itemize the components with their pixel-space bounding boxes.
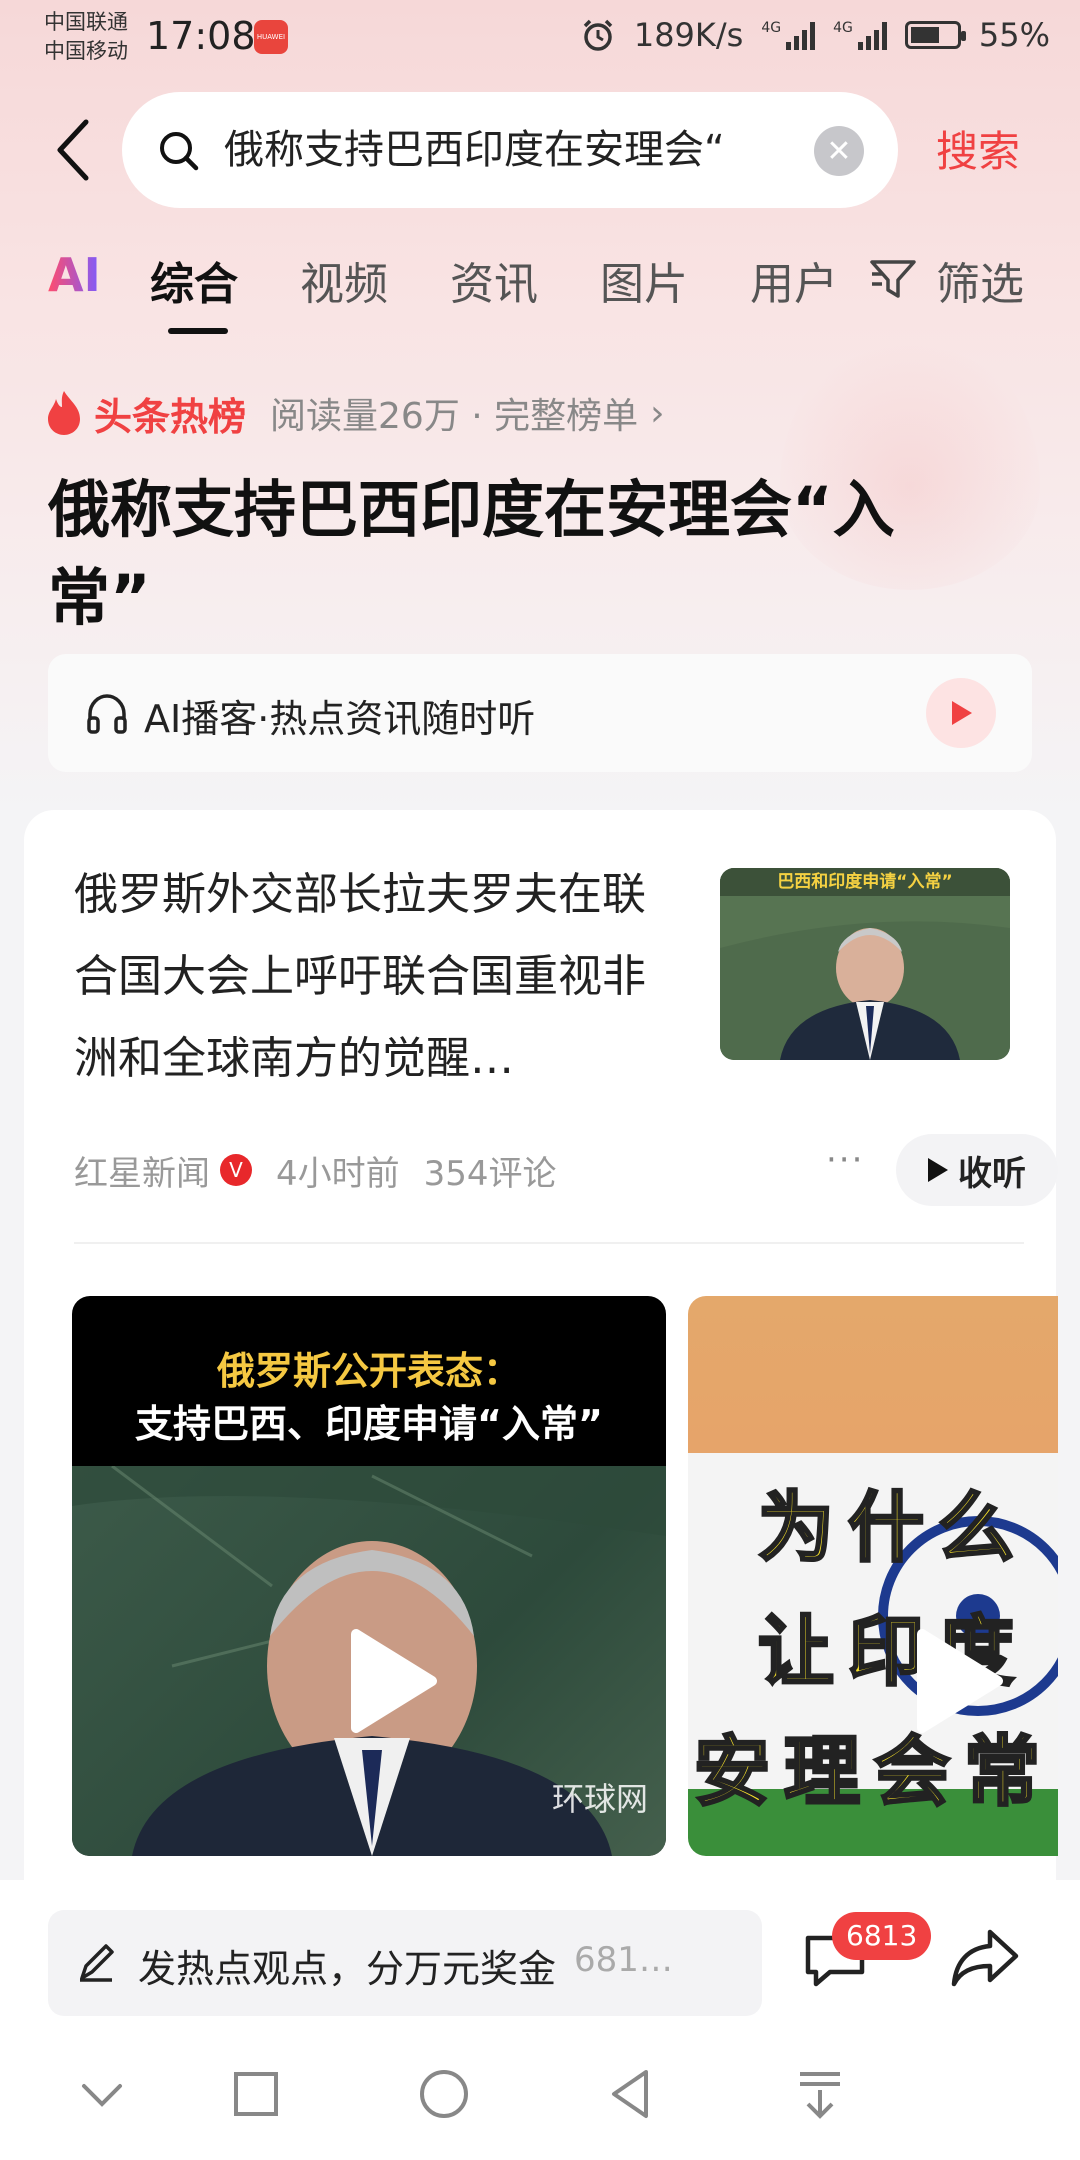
article-time: 4小时前 bbox=[276, 1153, 400, 1194]
video-watermark: 环球网 bbox=[551, 1780, 648, 1818]
play-icon bbox=[928, 1158, 948, 1182]
article-source[interactable]: 红星新闻 bbox=[74, 1146, 210, 1195]
tab-users[interactable]: 用户 bbox=[750, 248, 838, 312]
video-play-icon[interactable] bbox=[898, 1626, 1008, 1736]
listen-button[interactable]: 收听 bbox=[896, 1134, 1058, 1206]
signal-icon-2: 4G bbox=[833, 20, 887, 50]
back-icon[interactable] bbox=[602, 2064, 662, 2124]
battery-icon bbox=[904, 21, 966, 49]
search-input[interactable]: 俄称支持巴西印度在安理会“ ✕ bbox=[122, 92, 898, 208]
tab-ai[interactable]: AI bbox=[48, 248, 101, 302]
hot-list-row[interactable]: 头条热榜 阅读量26万 · 完整榜单 › bbox=[44, 386, 665, 440]
podcast-text: AI播客·热点资讯随时听 bbox=[144, 697, 536, 741]
chevron-down-icon[interactable] bbox=[72, 2064, 132, 2124]
comment-count-preview: 681… bbox=[574, 1940, 673, 1980]
verified-badge: V bbox=[220, 1154, 252, 1186]
filter-icon[interactable] bbox=[868, 256, 918, 300]
comment-prompt: 发热点观点，分万元奖金 bbox=[138, 1947, 557, 1991]
status-bar: 中国联通 中国移动 17:08 HUAWEI 189K/s 4G 4G 55% bbox=[0, 0, 1080, 80]
recents-icon[interactable] bbox=[226, 2064, 286, 2124]
podcast-play-button[interactable] bbox=[926, 678, 996, 748]
bottom-action-bar: 发热点观点，分万元奖金 681… 6813 bbox=[0, 1880, 1080, 2020]
results-card: 俄罗斯外交部长拉夫罗夫在联合国大会上呼吁联合国重视非洲和全球南方的觉醒… 巴西和… bbox=[24, 810, 1058, 1910]
article-meta: 红星新闻 V 4小时前 354评论 ··· 收听 bbox=[74, 1134, 1058, 1206]
search-icon bbox=[160, 132, 199, 171]
network-type-1: 4G bbox=[761, 20, 782, 36]
video-play-icon[interactable] bbox=[332, 1626, 442, 1736]
pen-icon bbox=[80, 1944, 114, 1982]
home-icon[interactable] bbox=[414, 2064, 474, 2124]
alarm-icon bbox=[583, 19, 613, 51]
divider bbox=[74, 1242, 1024, 1244]
share-icon[interactable] bbox=[950, 1926, 1020, 1990]
tab-comprehensive[interactable]: 综合 bbox=[150, 248, 238, 312]
video-caption-line-2: 支持巴西、印度申请“入常” bbox=[135, 1402, 603, 1446]
signal-icon-1: 4G bbox=[761, 20, 816, 50]
speaker-image bbox=[720, 868, 1010, 1060]
system-nav-bar bbox=[0, 2020, 1080, 2160]
video-caption-line-1: 俄罗斯公开表态： bbox=[216, 1349, 521, 1393]
notification-pull-icon[interactable] bbox=[790, 2064, 850, 2124]
comment-input[interactable]: 发热点观点，分万元奖金 681… bbox=[48, 1910, 762, 2016]
comment-badge: 6813 bbox=[832, 1912, 932, 1960]
more-options-icon[interactable]: ··· bbox=[826, 1140, 864, 1180]
tab-filter[interactable]: 筛选 bbox=[936, 248, 1024, 312]
battery-percent: 55% bbox=[978, 16, 1050, 54]
huawei-app-icon: HUAWEI bbox=[254, 20, 288, 54]
carrier-names: 中国联通 中国移动 bbox=[44, 8, 128, 66]
article-thumbnail[interactable]: 巴西和印度申请“入常” bbox=[720, 868, 1010, 1060]
tab-news[interactable]: 资讯 bbox=[450, 248, 538, 312]
video-thumbnail-2[interactable]: 为什么 让印度 安理会常 bbox=[688, 1296, 1058, 1856]
search-query[interactable]: 俄称支持巴西印度在安理会“ bbox=[224, 122, 784, 178]
search-button[interactable]: 搜索 bbox=[936, 118, 1020, 179]
topic-title: 俄称支持巴西印度在安理会“入常” bbox=[48, 473, 895, 634]
video-2-line-1: 为什么 bbox=[757, 1482, 1028, 1574]
listen-label: 收听 bbox=[958, 1153, 1026, 1194]
hot-list-label: 头条热榜 bbox=[94, 394, 247, 439]
network-type-2: 4G bbox=[833, 20, 853, 36]
video-thumbnail-1[interactable]: 俄罗斯公开表态： 支持巴西、印度申请“入常” 环球网 bbox=[72, 1296, 666, 1856]
tab-images[interactable]: 图片 bbox=[600, 248, 688, 312]
article-title[interactable]: 俄罗斯外交部长拉夫罗夫在联合国大会上呼吁联合国重视非洲和全球南方的觉醒… bbox=[74, 854, 674, 1100]
carrier-2: 中国移动 bbox=[44, 39, 128, 63]
carrier-1: 中国联通 bbox=[44, 10, 128, 34]
clear-icon[interactable]: ✕ bbox=[814, 126, 864, 176]
chevron-right-icon: › bbox=[650, 392, 665, 434]
tab-video[interactable]: 视频 bbox=[300, 248, 388, 312]
status-icons: 189K/s 4G 4G 55% bbox=[580, 16, 1050, 54]
thumbnail-caption: 巴西和印度申请“入常” bbox=[720, 868, 1010, 896]
video-caption: 俄罗斯公开表态： 支持巴西、印度申请“入常” bbox=[72, 1346, 666, 1452]
hot-list-meta[interactable]: 阅读量26万 · 完整榜单 bbox=[270, 387, 638, 439]
back-arrow-icon[interactable] bbox=[44, 112, 104, 188]
active-tab-indicator bbox=[168, 328, 228, 334]
play-icon bbox=[952, 701, 972, 725]
flame-icon bbox=[48, 391, 80, 435]
network-speed: 189K/s bbox=[633, 16, 744, 54]
headphones-icon bbox=[87, 694, 127, 734]
clock: 17:08 bbox=[146, 14, 256, 58]
ai-podcast-banner[interactable]: AI播客·热点资讯随时听 bbox=[48, 654, 1032, 772]
article-comments[interactable]: 354评论 bbox=[424, 1146, 557, 1195]
category-tabs: AI 综合 视频 资讯 图片 用户 筛选 bbox=[0, 248, 1080, 338]
